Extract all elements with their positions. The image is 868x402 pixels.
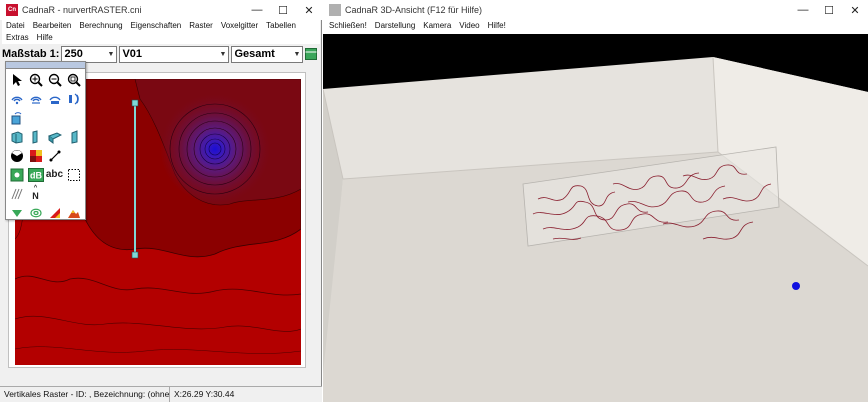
- db-label-icon[interactable]: dB: [26, 165, 45, 184]
- variant-value: V01: [122, 48, 143, 60]
- pointer-icon[interactable]: [7, 70, 26, 89]
- chevron-down-icon: ▼: [219, 50, 227, 58]
- scale-value: 250: [64, 48, 83, 60]
- menu-voxelgitter[interactable]: Voxelgitter: [217, 20, 262, 32]
- app-logo-icon: [329, 4, 341, 16]
- 3d-view-window: CadnaR 3D-Ansicht (F12 für Hilfe) — ☐ ✕ …: [323, 0, 868, 402]
- triangle-down-icon[interactable]: [7, 203, 26, 222]
- contour-icon[interactable]: [26, 203, 45, 222]
- scale-label: Maßstab 1:: [2, 48, 60, 60]
- menu-bearbeiten[interactable]: Bearbeiten: [29, 20, 76, 32]
- receiver-grid-icon[interactable]: [7, 165, 26, 184]
- wall-icon[interactable]: [26, 127, 45, 146]
- status-info: Vertikales Raster - ID: , Bezeichnung: (…: [0, 387, 170, 402]
- menu-kamera[interactable]: Kamera: [419, 20, 455, 32]
- level-select[interactable]: Gesamt ▼: [231, 45, 304, 63]
- menu-schliessen[interactable]: Schließen!: [325, 20, 371, 32]
- status-bar: Vertikales Raster - ID: , Bezeichnung: (…: [0, 386, 322, 402]
- line-source-icon[interactable]: [26, 89, 45, 108]
- status-coords: X:26.29 Y:30.44: [174, 389, 235, 399]
- menu-berechnung[interactable]: Berechnung: [75, 20, 126, 32]
- app-logo-icon: Cn: [6, 4, 18, 16]
- minimize-button[interactable]: —: [790, 0, 816, 20]
- palette-titlebar[interactable]: [6, 62, 85, 69]
- north-arrow[interactable]: ^ N: [26, 184, 45, 203]
- text-tool[interactable]: abc: [45, 165, 64, 184]
- scale-select[interactable]: 250 ▼: [61, 45, 118, 63]
- zoom-out-icon[interactable]: [45, 70, 64, 89]
- menu-video[interactable]: Video: [455, 20, 483, 32]
- menu-tabellen[interactable]: Tabellen: [262, 20, 300, 32]
- chevron-down-icon: ▼: [293, 50, 301, 58]
- menu-raster[interactable]: Raster: [185, 20, 217, 32]
- building-icon[interactable]: [7, 127, 26, 146]
- title-bar: Cn CadnaR - nurvertRASTER.cni — ☐ ✕: [0, 0, 322, 20]
- menu-eigenschaften[interactable]: Eigenschaften: [127, 20, 186, 32]
- terrain-icon[interactable]: [64, 203, 83, 222]
- menu-hilfe[interactable]: Hilfe: [33, 32, 57, 44]
- zoom-window-icon[interactable]: [64, 70, 83, 89]
- chevron-down-icon: ▼: [107, 50, 115, 58]
- menu-extras[interactable]: Extras: [2, 32, 33, 44]
- hatch-icon[interactable]: [7, 184, 26, 203]
- screen-icon[interactable]: [64, 127, 83, 146]
- title-bar-3d: CadnaR 3D-Ansicht (F12 für Hilfe) — ☐ ✕: [323, 0, 868, 20]
- close-button[interactable]: ✕: [842, 0, 868, 20]
- room-source-icon[interactable]: [7, 108, 26, 127]
- selection-box-icon[interactable]: [64, 165, 83, 184]
- zoom-in-icon[interactable]: [26, 70, 45, 89]
- menu-datei[interactable]: Datei: [2, 20, 29, 32]
- measure-icon[interactable]: [45, 146, 64, 165]
- window-title: CadnaR - nurvertRASTER.cni: [22, 5, 142, 15]
- menu-darstellung[interactable]: Darstellung: [371, 20, 419, 32]
- radiation-icon[interactable]: [7, 146, 26, 165]
- level-value: Gesamt: [234, 48, 275, 60]
- point-source-icon[interactable]: [7, 89, 26, 108]
- sound-source-marker[interactable]: [792, 282, 800, 290]
- close-button[interactable]: ✕: [296, 0, 322, 20]
- menu-bar-3d: Schließen! Darstellung Kamera Video Hilf…: [325, 20, 865, 32]
- 3d-scene[interactable]: [323, 34, 868, 402]
- barrier-icon[interactable]: [45, 127, 64, 146]
- window-title-3d: CadnaR 3D-Ansicht (F12 für Hilfe): [345, 5, 483, 15]
- menu-hilfe-3d[interactable]: Hilfe!: [484, 20, 510, 32]
- maximize-button[interactable]: ☐: [270, 0, 296, 20]
- menu-bar: Datei Bearbeiten Berechnung Eigenschafte…: [2, 20, 320, 44]
- color-scale-icon[interactable]: [45, 203, 64, 222]
- variant-select[interactable]: V01 ▼: [119, 45, 230, 63]
- maximize-button[interactable]: ☐: [816, 0, 842, 20]
- main-window: Cn CadnaR - nurvertRASTER.cni — ☐ ✕ Date…: [0, 0, 322, 402]
- grid-map-icon[interactable]: [26, 146, 45, 165]
- db-label: dB: [30, 170, 42, 180]
- area-source-icon[interactable]: [45, 89, 64, 108]
- minimize-button[interactable]: —: [244, 0, 270, 20]
- north-label: N: [32, 191, 39, 201]
- vertical-source-icon[interactable]: [64, 89, 83, 108]
- table-icon[interactable]: [305, 47, 318, 61]
- tool-palette: dB abc ^ N: [5, 61, 86, 220]
